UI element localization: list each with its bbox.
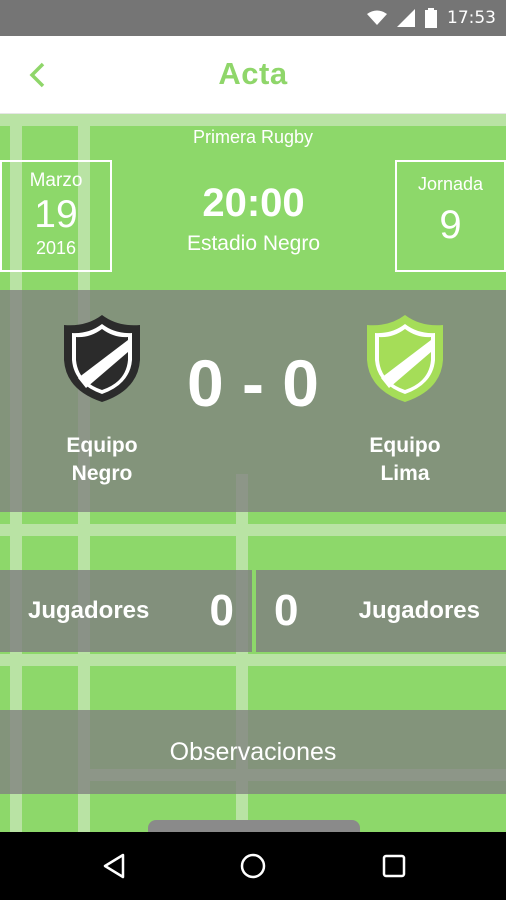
away-players-button[interactable]: 0 Jugadores bbox=[256, 570, 506, 652]
cell-signal-icon bbox=[397, 9, 415, 27]
match-round: Jornada 9 bbox=[395, 160, 506, 272]
field-line bbox=[0, 654, 506, 666]
page-title: Acta bbox=[218, 56, 288, 91]
away-team-name: Equipo Lima bbox=[315, 432, 495, 488]
field-line bbox=[0, 114, 506, 126]
app-bar: Acta bbox=[0, 36, 506, 114]
match-date: Marzo 19 2016 bbox=[0, 160, 112, 272]
home-players-label: Jugadores bbox=[28, 597, 150, 624]
match-time: 20:00 bbox=[202, 181, 305, 225]
nav-home-button[interactable] bbox=[237, 850, 269, 882]
venue: Estadio Negro bbox=[186, 232, 321, 255]
status-icons: 17:53 bbox=[367, 0, 496, 36]
field-line bbox=[0, 524, 506, 536]
battery-icon bbox=[425, 8, 437, 28]
home-team-name: Equipo Negro bbox=[12, 432, 192, 488]
match-time-venue: 20:00 Estadio Negro bbox=[112, 180, 395, 256]
observations-button[interactable]: Observaciones bbox=[0, 710, 506, 794]
away-players-label: Jugadores bbox=[358, 597, 480, 624]
league-name: Primera Rugby bbox=[192, 127, 314, 147]
players-row: Jugadores 0 0 Jugadores bbox=[0, 570, 506, 652]
date-day: 19 bbox=[34, 193, 78, 236]
date-month: Marzo bbox=[29, 170, 83, 191]
shield-icon bbox=[367, 315, 443, 402]
away-players-count: 0 bbox=[274, 586, 299, 635]
system-nav-bar bbox=[0, 832, 506, 900]
recents-square-icon bbox=[382, 854, 406, 878]
wifi-icon bbox=[367, 10, 387, 25]
home-players-count: 0 bbox=[209, 586, 234, 635]
home-circle-icon bbox=[240, 853, 266, 879]
round-number: 9 bbox=[439, 203, 462, 247]
status-bar: 17:53 bbox=[0, 0, 506, 36]
date-year: 2016 bbox=[35, 238, 77, 258]
home-team-name-line1: Equipo bbox=[66, 434, 138, 457]
shield-icon bbox=[64, 315, 140, 402]
back-triangle-icon bbox=[103, 853, 125, 879]
status-time: 17:53 bbox=[447, 8, 496, 28]
away-team-name-line1: Equipo bbox=[369, 434, 441, 457]
home-team-name-line2: Negro bbox=[71, 462, 133, 485]
home-players-button[interactable]: Jugadores 0 bbox=[0, 570, 252, 652]
away-team-name-line2: Lima bbox=[380, 462, 430, 485]
nav-recents-button[interactable] bbox=[378, 850, 410, 882]
round-label: Jornada bbox=[417, 174, 484, 194]
nav-back-button[interactable] bbox=[98, 850, 130, 882]
away-team: Equipo Lima bbox=[315, 312, 495, 488]
